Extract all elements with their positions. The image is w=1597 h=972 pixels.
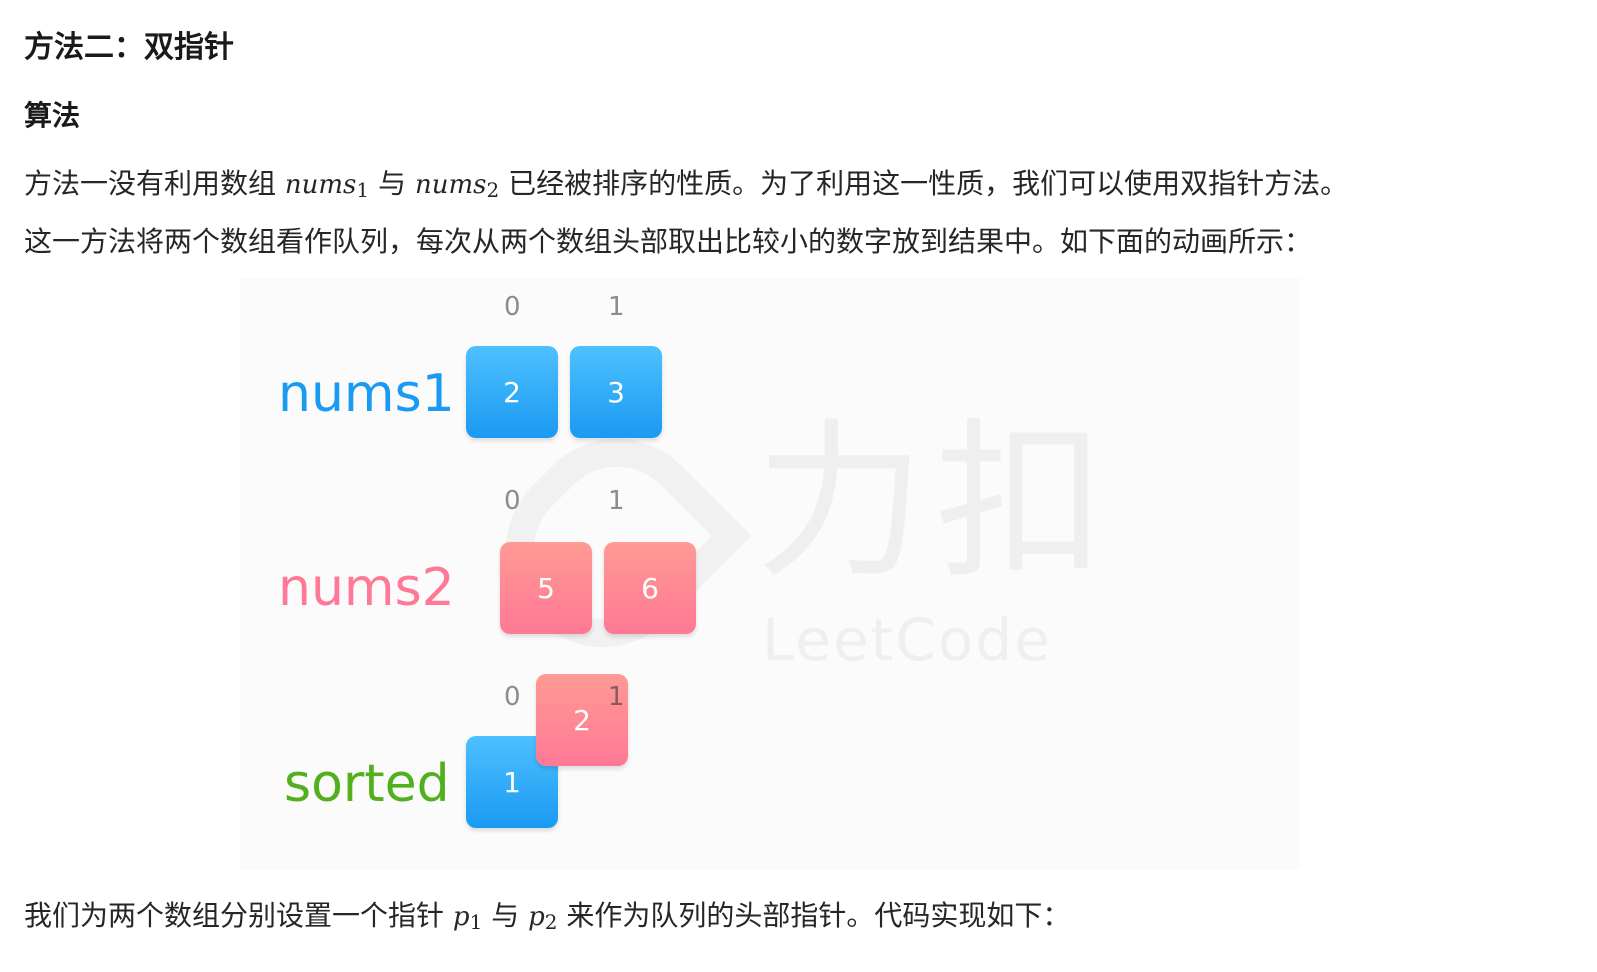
sorted-index-0: 0 bbox=[504, 682, 521, 712]
pointer-text-a: 我们为两个数组分别设置一个指针 bbox=[24, 899, 453, 932]
intro-paragraph: 方法一没有利用数组 nums1 与 nums2 已经被排序的性质。为了利用这一性… bbox=[24, 158, 1348, 268]
math-p2: p2 bbox=[528, 902, 558, 934]
nums1-cell-1: 3 bbox=[570, 346, 662, 438]
nums1-cell-0: 2 bbox=[466, 346, 558, 438]
sorted-label: sorted bbox=[284, 754, 450, 814]
intro-text-a: 方法一没有利用数组 bbox=[24, 167, 285, 200]
pointer-paragraph: 我们为两个数组分别设置一个指针 p1 与 p2 来作为队列的头部指针。代码实现如… bbox=[24, 890, 1070, 948]
watermark-chinese: 力扣 bbox=[755, 404, 1116, 602]
nums1-label: nums1 bbox=[278, 364, 455, 424]
nums2-cell-1: 6 bbox=[604, 542, 696, 634]
math-nums1: nums1 bbox=[284, 170, 370, 202]
nums1-index-1: 1 bbox=[608, 292, 625, 322]
intro-text-b: 与 bbox=[369, 167, 415, 200]
intro-line-1: 方法一没有利用数组 nums1 与 nums2 已经被排序的性质。为了利用这一性… bbox=[24, 158, 1348, 216]
intro-text-c: 已经被排序的性质。为了利用这一性质，我们可以使用双指针方法。 bbox=[499, 167, 1349, 200]
intro-line-2: 这一方法将两个数组看作队列，每次从两个数组头部取出比较小的数字放到结果中。如下面… bbox=[24, 225, 1313, 258]
algorithm-subheading: 算法 bbox=[24, 99, 81, 132]
nums1-index-0: 0 bbox=[504, 292, 521, 322]
nums2-index-1: 1 bbox=[608, 486, 625, 516]
animation-figure: 力扣 LeetCode nums1 0 1 2 3 nums2 0 1 5 6 … bbox=[240, 278, 1300, 870]
math-nums2: nums2 bbox=[414, 170, 500, 202]
nums2-cell-0: 5 bbox=[500, 542, 592, 634]
pointer-text-c: 来作为队列的头部指针。代码实现如下： bbox=[557, 899, 1071, 932]
nums2-index-0: 0 bbox=[504, 486, 521, 516]
section-heading: 方法二：双指针 bbox=[24, 30, 234, 65]
watermark-english: LeetCode bbox=[762, 606, 1052, 674]
sorted-index-1: 1 bbox=[608, 682, 625, 712]
nums2-label: nums2 bbox=[278, 558, 455, 618]
math-p1: p1 bbox=[452, 902, 483, 934]
pointer-text-b: 与 bbox=[482, 899, 529, 932]
